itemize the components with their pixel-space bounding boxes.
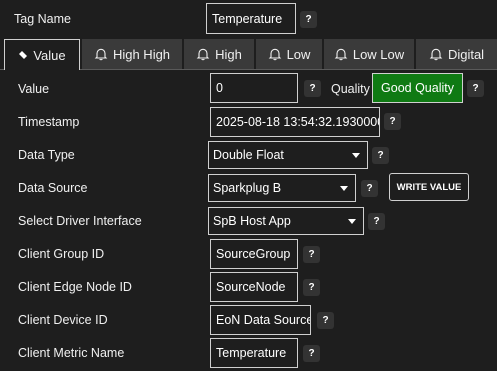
client-group-id-label: Client Group ID <box>18 247 105 261</box>
client-group-id-help-icon[interactable]: ? <box>303 246 320 263</box>
driver-interface-help-icon[interactable]: ? <box>368 213 385 230</box>
tab-low-low[interactable]: Low Low <box>324 39 414 69</box>
driver-interface-selected: SpB Host App <box>213 214 291 228</box>
client-edge-node-id-label: Client Edge Node ID <box>18 280 132 294</box>
data-source-select[interactable]: Sparkplug B <box>208 174 356 202</box>
quality-help-icon[interactable]: ? <box>467 80 484 97</box>
bell-icon <box>94 48 108 61</box>
timestamp-label: Timestamp <box>18 115 80 129</box>
client-device-id-input[interactable]: EoN Data Source <box>210 305 311 335</box>
quality-label: Quality <box>331 82 370 96</box>
data-source-help-icon[interactable]: ? <box>361 180 378 197</box>
data-type-label: Data Type <box>18 148 75 162</box>
data-source-label: Data Source <box>18 181 88 195</box>
client-group-id-input[interactable]: SourceGroup <box>210 239 298 269</box>
data-type-help-icon[interactable]: ? <box>372 147 389 164</box>
tab-low[interactable]: Low <box>256 39 322 69</box>
alarm-tabs: Value High High High Low Low Low Digital <box>0 39 497 70</box>
value-help-icon[interactable]: ? <box>304 80 321 97</box>
chevron-down-icon <box>348 218 356 224</box>
chevron-down-icon <box>352 152 360 158</box>
tab-value[interactable]: Value <box>4 39 80 70</box>
tag-name-label: Tag Name <box>14 12 71 26</box>
quality-status-badge: Good Quality <box>372 73 463 103</box>
tab-high-high[interactable]: High High <box>82 39 182 69</box>
tab-high-label: High <box>215 46 242 62</box>
client-edge-node-id-input[interactable]: SourceNode <box>210 272 298 302</box>
data-source-selected: Sparkplug B <box>213 181 282 195</box>
client-metric-name-help-icon[interactable]: ? <box>303 345 320 362</box>
client-device-id-help-icon[interactable]: ? <box>317 312 334 329</box>
data-type-select[interactable]: Double Float <box>208 141 368 169</box>
timestamp-help-icon[interactable]: ? <box>384 113 401 130</box>
tag-name-help-icon[interactable]: ? <box>300 11 317 28</box>
tab-value-label: Value <box>33 47 66 63</box>
client-metric-name-label: Client Metric Name <box>18 346 125 360</box>
chevron-down-icon <box>340 185 348 191</box>
bell-icon <box>268 48 281 61</box>
client-metric-name-input[interactable]: Temperature <box>210 338 298 368</box>
tab-high-high-label: High High <box>112 46 171 62</box>
client-device-id-label: Client Device ID <box>18 313 108 327</box>
tab-low-label: Low <box>286 46 311 62</box>
tab-high[interactable]: High <box>184 39 254 69</box>
timestamp-input[interactable]: 2025-08-18 13:54:32.1930000 <box>210 107 380 137</box>
driver-interface-select[interactable]: SpB Host App <box>208 207 364 235</box>
bell-icon <box>196 48 210 61</box>
tab-low-low-label: Low Low <box>352 46 405 62</box>
value-label: Value <box>18 82 50 96</box>
value-input[interactable]: 0 <box>210 73 298 103</box>
data-type-selected: Double Float <box>213 148 284 162</box>
bell-icon <box>334 48 348 61</box>
tag-icon <box>19 51 28 59</box>
client-edge-node-id-help-icon[interactable]: ? <box>303 279 320 296</box>
write-value-button[interactable]: WRITE VALUE <box>389 173 469 201</box>
bell-icon <box>429 48 443 61</box>
tab-digital[interactable]: Digital <box>416 39 497 69</box>
tab-digital-label: Digital <box>447 46 485 62</box>
tag-name-input[interactable]: Temperature <box>206 3 296 34</box>
driver-interface-label: Select Driver Interface <box>18 214 142 228</box>
